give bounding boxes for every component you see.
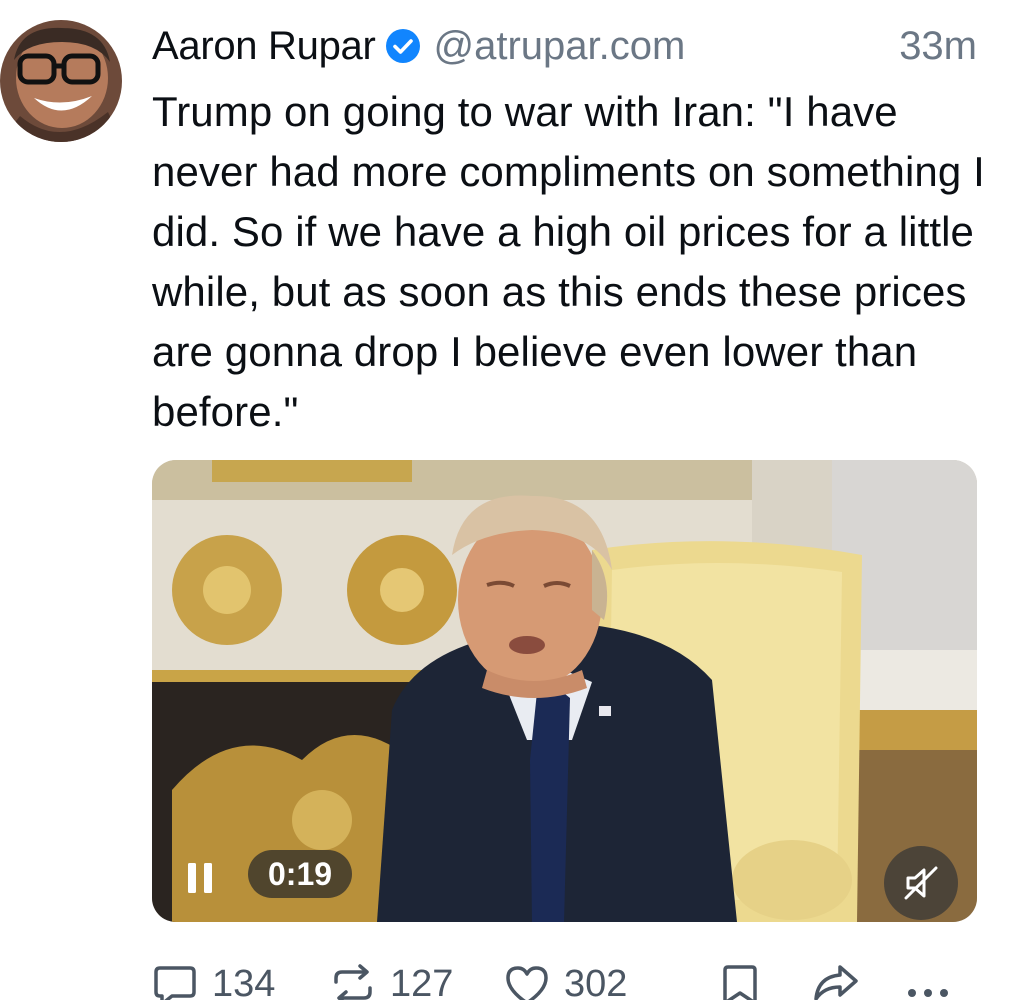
post-timestamp[interactable]: 33m xyxy=(899,24,977,69)
like-count: 302 xyxy=(564,963,628,1000)
post-actions: 134 127 302 xyxy=(152,955,977,1000)
repost-icon xyxy=(334,963,372,1000)
video-elapsed-time: 0:19 xyxy=(248,850,353,898)
more-dots-icon xyxy=(908,989,948,997)
post-card: Aaron Rupar @atrupar.com 33m Trump on go… xyxy=(0,0,1020,1000)
pause-icon xyxy=(188,863,212,893)
author-avatar[interactable] xyxy=(0,20,122,142)
repost-button[interactable]: 127 xyxy=(330,963,453,1000)
verified-badge-icon xyxy=(384,27,422,65)
bookmark-button[interactable] xyxy=(720,963,774,1000)
like-button[interactable]: 302 xyxy=(504,963,627,1000)
reply-icon xyxy=(154,965,196,1000)
unmute-button[interactable] xyxy=(884,846,958,920)
post-text: Trump on going to war with Iran: "I have… xyxy=(152,88,985,435)
reply-count: 134 xyxy=(212,963,276,1000)
heart-icon xyxy=(506,965,548,1000)
pause-button[interactable] xyxy=(180,858,220,898)
share-icon xyxy=(814,965,858,1000)
author-handle[interactable]: @atrupar.com xyxy=(434,24,686,69)
muted-speaker-icon xyxy=(904,866,938,900)
author-name[interactable]: Aaron Rupar xyxy=(152,24,376,69)
share-button[interactable] xyxy=(812,963,874,1000)
post-header: Aaron Rupar @atrupar.com 33m xyxy=(152,20,977,72)
repost-count: 127 xyxy=(390,963,454,1000)
bookmark-icon xyxy=(723,965,757,1000)
reply-button[interactable]: 134 xyxy=(152,963,275,1000)
more-options-button[interactable] xyxy=(904,963,966,1000)
video-player[interactable]: 0:19 xyxy=(152,460,977,922)
